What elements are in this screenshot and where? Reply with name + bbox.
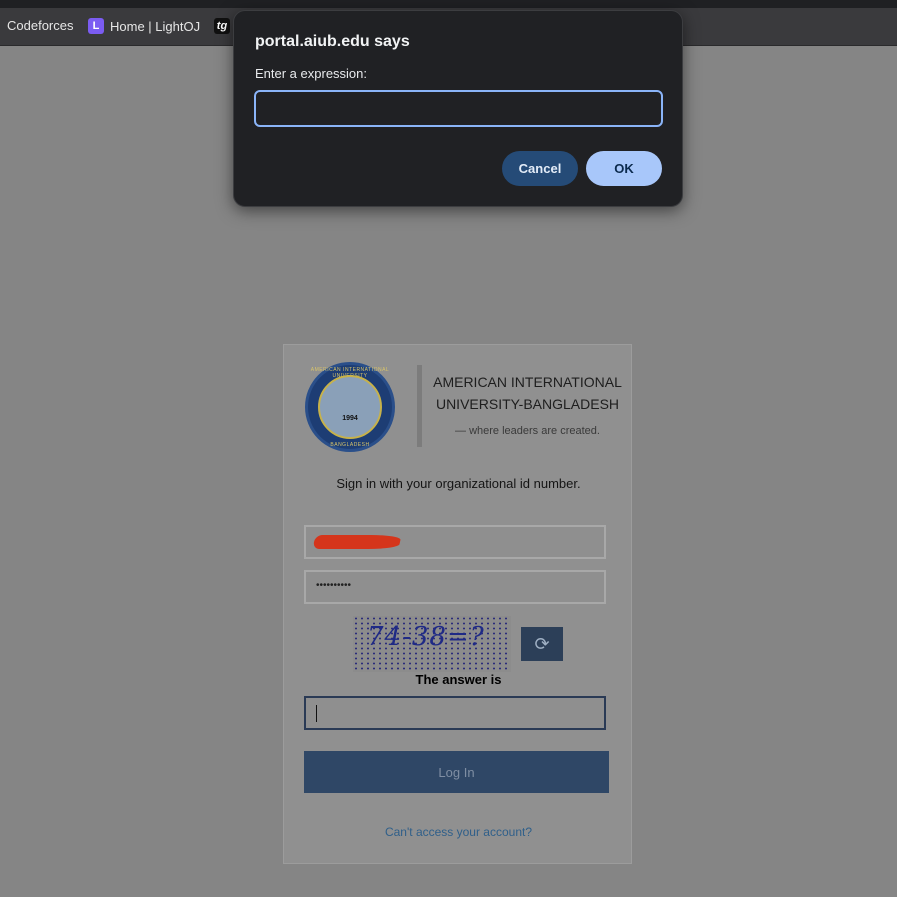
password-input[interactable]: ••••••••••: [304, 570, 606, 604]
bookmark-label: Home | LightOJ: [110, 18, 201, 34]
signin-prompt: Sign in with your organizational id numb…: [336, 476, 581, 491]
logo-bottom-text: BANGLADESH: [330, 442, 370, 448]
captcha-refresh-button[interactable]: ⟳: [521, 627, 563, 661]
password-dots: ••••••••••: [316, 580, 352, 591]
captcha-text: 74-38=?: [367, 622, 485, 652]
logo-year: 1994: [342, 415, 358, 422]
bookmark-codeforces[interactable]: Codeforces: [7, 18, 73, 33]
bookmark-label: Codeforces: [7, 18, 74, 33]
university-tagline: — where leaders are created.: [455, 425, 600, 437]
header-divider: [417, 365, 422, 447]
prompt-dialog: portal.aiub.edu says Enter a expression:…: [233, 10, 683, 207]
expression-input[interactable]: [254, 90, 663, 127]
login-button[interactable]: Log In: [304, 751, 609, 793]
dialog-message: Enter a expression:: [255, 66, 368, 81]
logo-seal: 1994: [318, 375, 382, 439]
text-caret: [316, 705, 317, 722]
university-name: AMERICAN INTERNATIONAL UNIVERSITY-BANGLA…: [433, 374, 622, 412]
userid-input[interactable]: [304, 525, 606, 559]
browser-top-strip: [0, 0, 897, 8]
tg-icon: tg: [214, 18, 230, 34]
forgot-account-link[interactable]: Can't access your account?: [284, 825, 633, 839]
dialog-title: portal.aiub.edu says: [255, 33, 410, 50]
refresh-icon: ⟳: [534, 633, 550, 654]
login-card: AMERICAN INTERNATIONAL UNIVERSITY 1994 B…: [283, 344, 632, 864]
bookmark-lightoj[interactable]: L Home | LightOJ: [88, 18, 200, 34]
lightoj-icon: L: [88, 18, 104, 34]
ok-button[interactable]: OK: [586, 151, 662, 186]
cancel-button[interactable]: Cancel: [502, 151, 578, 186]
captcha-image: 74-38=?: [353, 616, 511, 672]
redaction-mark: [312, 535, 402, 549]
captcha-answer-input[interactable]: [304, 696, 606, 730]
university-logo: AMERICAN INTERNATIONAL UNIVERSITY 1994 B…: [305, 362, 395, 452]
bookmark-tg[interactable]: tg: [214, 18, 230, 34]
captcha-answer-label: The answer is: [415, 672, 502, 687]
